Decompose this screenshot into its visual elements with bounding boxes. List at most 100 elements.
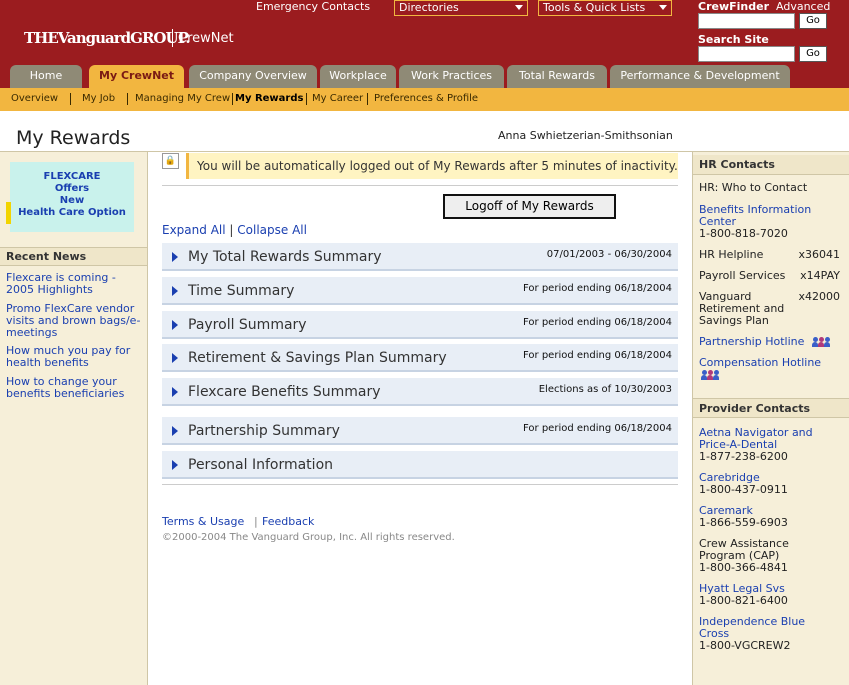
section-label: My Total Rewards Summary: [188, 249, 382, 265]
feedback-link[interactable]: Feedback: [262, 515, 314, 528]
search-input[interactable]: [698, 46, 795, 62]
advanced-link[interactable]: Advanced: [776, 0, 830, 13]
section-date: Elections as of 10/30/2003: [538, 384, 672, 395]
subnav-my-job[interactable]: My Job: [82, 93, 115, 104]
benefits-info-contact: Benefits Information Center 1-800-818-70…: [699, 204, 844, 240]
user-name: Anna Swhietzerian-Smithsonian: [498, 129, 673, 142]
emergency-contacts-link[interactable]: Emergency Contacts: [256, 0, 370, 13]
provider-link[interactable]: Aetna Navigator and Price-A-Dental: [699, 427, 844, 451]
tab-home[interactable]: Home: [10, 65, 82, 88]
tab-total-rewards[interactable]: Total Rewards: [507, 65, 607, 88]
contact-phone: 1-877-238-6200: [699, 450, 788, 463]
section-label: Partnership Summary: [188, 423, 340, 439]
search-site-label: Search Site: [698, 33, 769, 46]
footer-divider: |: [254, 515, 258, 528]
provider-contact: Caremark 1-866-559-6903: [699, 505, 844, 529]
news-link[interactable]: How much you pay for health benefits: [6, 345, 146, 369]
inactivity-notice: You will be automatically logged out of …: [186, 153, 678, 179]
contact-phone: 1-800-437-0911: [699, 483, 788, 496]
partnership-hotline-link[interactable]: Partnership Hotline: [699, 335, 804, 348]
tools-label: Tools & Quick Lists: [543, 1, 646, 14]
promo-line-2: Offers: [54, 183, 90, 194]
expand-arrow-icon: [172, 387, 178, 397]
collapse-all-link[interactable]: Collapse All: [237, 223, 307, 237]
tab-my-crewnet[interactable]: My CrewNet: [89, 65, 184, 88]
vanguard-logo[interactable]: THEVanguardGROUP.: [24, 29, 191, 47]
benefits-info-link[interactable]: Benefits Information Center: [699, 204, 844, 228]
app-name: CrewNet: [178, 31, 234, 46]
crewfinder-go-button[interactable]: Go: [799, 13, 827, 29]
news-link[interactable]: Flexcare is coming - 2005 Highlights: [6, 272, 146, 296]
right-sidebar: HR Contacts HR: Who to Contact Benefits …: [692, 152, 849, 685]
contact-name: Vanguard Retirement and Savings Plan: [699, 290, 785, 327]
section-partnership-summary[interactable]: Partnership Summary For period ending 06…: [162, 417, 678, 445]
provider-contacts-header: Provider Contacts: [693, 398, 849, 418]
expand-arrow-icon: [172, 252, 178, 262]
hr-contacts-header: HR Contacts: [693, 155, 849, 175]
crewfinder-label: CrewFinder: [698, 0, 769, 13]
section-payroll-summary[interactable]: Payroll Summary For period ending 06/18/…: [162, 311, 678, 339]
section-label: Personal Information: [188, 457, 334, 473]
header-bar: THEVanguardGROUP. CrewNet Emergency Cont…: [0, 0, 849, 88]
section-date: For period ending 06/18/2004: [523, 350, 672, 361]
payroll-services-contact: Payroll Services x14PAY: [699, 270, 844, 282]
people-icon: [811, 337, 830, 347]
expand-arrow-icon: [172, 426, 178, 436]
expand-arrow-icon: [172, 286, 178, 296]
section-retirement-savings-summary[interactable]: Retirement & Savings Plan Summary For pe…: [162, 344, 678, 372]
search-go-button[interactable]: Go: [799, 46, 827, 62]
contact-name: HR Helpline: [699, 248, 764, 261]
section-total-rewards-summary[interactable]: My Total Rewards Summary 07/01/2003 - 06…: [162, 243, 678, 271]
subnav-my-career[interactable]: My Career: [312, 93, 363, 104]
compensation-hotline-link[interactable]: Compensation Hotline: [699, 357, 844, 369]
subnav-managing-my-crew[interactable]: Managing My Crew: [135, 93, 230, 104]
partnership-hotline: Partnership Hotline: [699, 336, 844, 348]
expand-arrow-icon: [172, 460, 178, 470]
divider: [162, 484, 678, 485]
contact-phone: 1-800-818-7020: [699, 227, 788, 240]
section-time-summary[interactable]: Time Summary For period ending 06/18/200…: [162, 277, 678, 305]
directories-label: Directories: [399, 1, 459, 14]
tab-company-overview[interactable]: Company Overview: [189, 65, 317, 88]
logoff-button[interactable]: Logoff of My Rewards: [443, 194, 616, 219]
copyright-text: ©2000-2004 The Vanguard Group, Inc. All …: [162, 532, 455, 543]
logo-divider: [172, 29, 173, 47]
tab-work-practices[interactable]: Work Practices: [399, 65, 504, 88]
news-link[interactable]: How to change your benefits beneficiarie…: [6, 376, 146, 400]
left-sidebar: FLEXCARE Offers New Health Care Option R…: [0, 152, 148, 685]
promo-line-1: FLEXCARE: [43, 171, 101, 182]
expand-divider: |: [229, 223, 234, 237]
expand-all-link[interactable]: Expand All: [162, 223, 226, 237]
subnav-my-rewards[interactable]: My Rewards: [235, 93, 303, 104]
crewfinder-input[interactable]: [698, 13, 795, 29]
section-date: 07/01/2003 - 06/30/2004: [546, 249, 672, 260]
provider-contact: Independence Blue Cross 1-800-VGCREW2: [699, 616, 844, 652]
promo-line-4: Health Care Option: [18, 207, 126, 218]
expand-arrow-icon: [172, 320, 178, 330]
hr-who-to-contact-link[interactable]: HR: Who to Contact: [699, 182, 844, 194]
directories-dropdown[interactable]: Directories: [394, 0, 528, 16]
contact-phone: 1-800-821-6400: [699, 594, 788, 607]
provider-link[interactable]: Independence Blue Cross: [699, 616, 819, 640]
contact-extension: x36041: [798, 248, 840, 261]
subnav-preferences-profile[interactable]: Preferences & Profile: [374, 93, 478, 104]
section-date: For period ending 06/18/2004: [523, 283, 672, 294]
contact-extension: x14PAY: [800, 269, 840, 282]
tools-dropdown[interactable]: Tools & Quick Lists: [538, 0, 672, 16]
promo-line-3: New: [59, 195, 85, 206]
vanguard-retirement-contact: Vanguard Retirement and Savings Plan x42…: [699, 291, 844, 327]
section-date: For period ending 06/18/2004: [523, 317, 672, 328]
flexcare-promo-banner[interactable]: FLEXCARE Offers New Health Care Option: [6, 162, 134, 232]
subnav-overview[interactable]: Overview: [11, 93, 58, 104]
subnav-divider: [127, 93, 128, 105]
subnav-divider: [70, 93, 71, 105]
section-personal-information[interactable]: Personal Information: [162, 451, 678, 479]
section-flexcare-benefits-summary[interactable]: Flexcare Benefits Summary Elections as o…: [162, 378, 678, 406]
news-link[interactable]: Promo FlexCare vendor visits and brown b…: [6, 303, 146, 339]
tab-performance-development[interactable]: Performance & Development: [610, 65, 790, 88]
lock-icon: 🔒: [162, 153, 179, 169]
terms-usage-link[interactable]: Terms & Usage: [162, 515, 244, 528]
tab-workplace[interactable]: Workplace: [320, 65, 396, 88]
subnav-divider: [232, 93, 233, 105]
expand-collapse-controls: Expand All | Collapse All: [162, 223, 307, 237]
